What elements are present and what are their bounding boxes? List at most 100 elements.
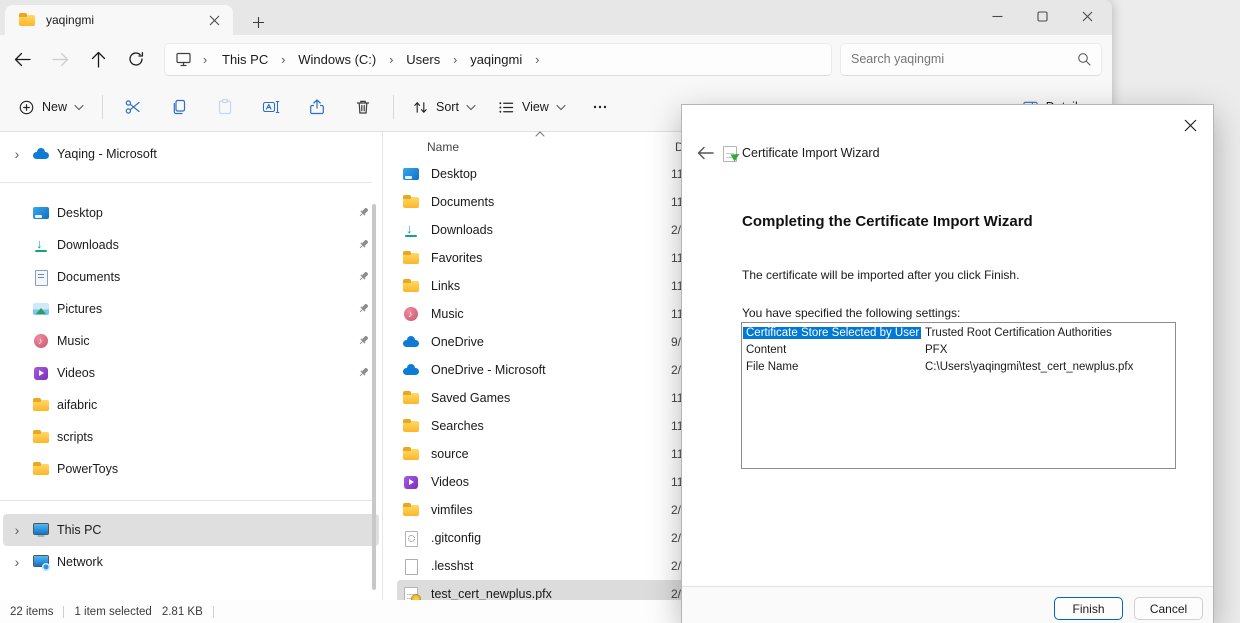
setting-key: Content [743,344,921,356]
dialog-close-icon[interactable] [1177,113,1203,137]
file-icon [401,445,421,463]
setting-value: Trusted Root Certification Authorities [921,327,1112,339]
certificate-wizard-icon [720,144,740,162]
this-pc-icon [175,51,192,67]
chevron-right-icon[interactable] [9,522,25,538]
chevron-down-icon [466,104,476,111]
search-icon [1077,52,1091,66]
finish-button[interactable]: Finish [1054,597,1123,620]
sidebar-item[interactable]: aifabric [3,389,379,421]
sidebar-item[interactable]: Music [3,325,379,357]
sidebar-item[interactable]: Downloads [3,229,379,261]
new-tab-button[interactable] [243,9,273,35]
pin-icon [357,238,371,252]
file-icon [401,473,421,491]
selection-count: 1 item selected [74,606,151,618]
sidebar-item[interactable]: scripts [3,421,379,453]
tab-yaqingmi[interactable]: yaqingmi [5,5,233,35]
breadcrumb-item[interactable]: Windows (C:) [290,49,384,70]
settings-row[interactable]: File Name C:\Users\yaqingmi\test_cert_ne… [743,358,1174,375]
window-controls [975,0,1110,33]
wizard-heading: Completing the Certificate Import Wizard [742,213,1033,230]
sidebar-item[interactable]: Videos [3,357,379,389]
file-name: Saved Games [431,391,510,405]
chevron-right-icon[interactable] [9,554,25,570]
sidebar-item[interactable]: Yaqing - Microsoft [3,138,379,170]
sidebar-item[interactable]: This PC [3,514,379,546]
breadcrumb-chevron-icon [384,52,398,67]
share-icon[interactable] [295,89,339,125]
file-name: Favorites [431,251,482,265]
back-icon[interactable] [4,43,40,75]
settings-listbox[interactable]: Certificate Store Selected by User Trust… [741,322,1176,469]
tab-title: yaqingmi [46,13,194,27]
delete-icon[interactable] [341,89,385,125]
sidebar-scrollbar[interactable] [372,204,376,590]
copy-icon[interactable] [157,89,201,125]
chevron-down-icon [74,104,84,111]
close-icon[interactable] [1065,0,1110,33]
file-name: OneDrive - Microsoft [431,363,546,377]
rename-icon[interactable] [249,89,293,125]
more-options-icon[interactable] [578,89,622,125]
sidebar-item-label: Documents [57,270,351,284]
breadcrumb-item[interactable]: This PC [214,49,276,70]
sort-button[interactable]: Sort [402,89,486,125]
file-name: .gitconfig [431,531,481,545]
chevron-right-icon[interactable] [9,146,25,162]
search-placeholder: Search yaqingmi [851,52,944,66]
file-name: Music [431,307,464,321]
sidebar-item[interactable]: PowerToys [3,453,379,485]
sidebar-item[interactable]: Network [3,546,379,578]
setting-value: C:\Users\yaqingmi\test_cert_newplus.pfx [921,361,1133,373]
maximize-icon[interactable] [1020,0,1065,33]
file-icon [401,165,421,183]
forward-icon[interactable] [42,43,78,75]
sidebar-item-label: Videos [57,366,351,380]
column-header-name[interactable]: Name [427,140,459,154]
sort-ascending-icon [535,131,545,137]
item-icon [31,145,51,163]
folder-icon [17,11,37,29]
settings-row[interactable]: Certificate Store Selected by User Trust… [743,324,1174,341]
breadcrumb-item[interactable]: yaqingmi [462,49,530,70]
up-icon[interactable] [80,43,116,75]
sidebar-separator [0,500,372,501]
toolbar-separator [393,95,394,119]
sidebar-item-label: Yaqing - Microsoft [57,147,371,161]
settings-row[interactable]: Content PFX [743,341,1174,358]
breadcrumb-chevron-icon [530,52,544,67]
setting-key: Certificate Store Selected by User [743,327,921,339]
dialog-back-icon[interactable] [692,143,718,163]
search-input[interactable]: Search yaqingmi [840,43,1102,76]
paste-icon[interactable] [203,89,247,125]
breadcrumb-item[interactable]: Users [398,49,448,70]
file-icon [401,305,421,323]
setting-value: PFX [921,344,947,356]
status-separator [63,606,64,618]
breadcrumb-chevron-icon [276,52,290,67]
file-name: Searches [431,419,484,433]
wizard-body-text: The certificate will be imported after y… [742,268,1019,282]
minimize-icon[interactable] [975,0,1020,33]
pin-icon [357,270,371,284]
view-button[interactable]: View [488,89,576,125]
new-button[interactable]: New [8,89,94,125]
tab-strip: yaqingmi [0,0,1112,35]
file-name: Videos [431,475,469,489]
cut-icon[interactable] [111,89,155,125]
sidebar-item[interactable]: Pictures [3,293,379,325]
sidebar-item[interactable]: Documents [3,261,379,293]
file-name: Documents [431,195,494,209]
tab-close-icon[interactable] [203,9,225,31]
breadcrumb[interactable]: This PC Windows (C:) Users yaqin [164,43,832,76]
refresh-icon[interactable] [118,43,154,75]
navigation-pane: Yaqing - Microsoft Desktop [0,132,382,600]
certificate-import-wizard-dialog: Certificate Import Wizard Completing the… [681,104,1214,623]
toolbar-separator [102,95,103,119]
sidebar-item[interactable]: Desktop [3,197,379,229]
item-icon [31,460,51,478]
file-name: OneDrive [431,335,484,349]
address-bar-row: This PC Windows (C:) Users yaqin [0,35,1112,83]
cancel-button[interactable]: Cancel [1134,597,1203,620]
